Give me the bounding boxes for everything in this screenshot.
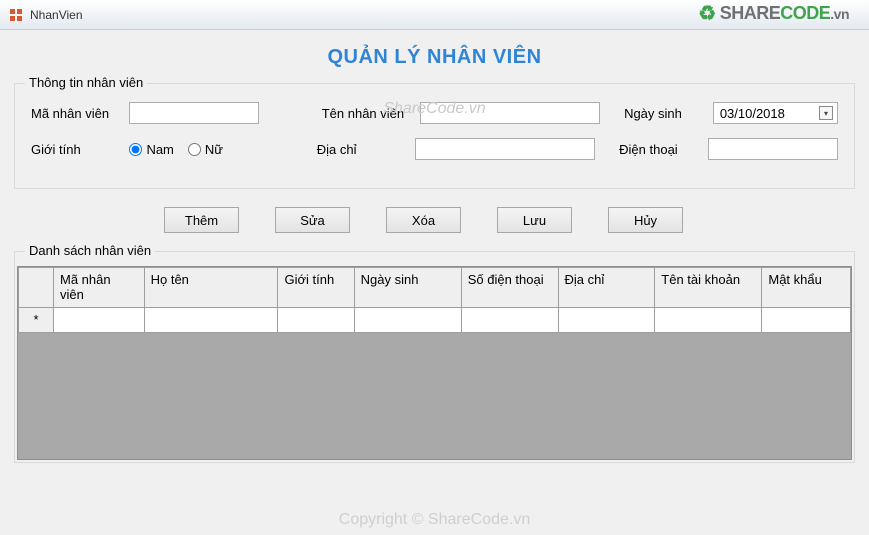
cell[interactable] [762, 308, 851, 333]
radio-nam[interactable]: Nam [129, 142, 173, 157]
list-legend: Danh sách nhân viên [25, 243, 155, 258]
new-row-marker: * [19, 308, 54, 333]
cell[interactable] [54, 308, 145, 333]
ngay-sinh-picker[interactable]: 03/10/2018 ▾ [713, 102, 838, 124]
cell[interactable] [144, 308, 278, 333]
ten-nv-input[interactable] [420, 102, 600, 124]
col-ho-ten[interactable]: Họ tên [144, 268, 278, 308]
them-button[interactable]: Thêm [164, 207, 239, 233]
button-row: Thêm Sửa Xóa Lưu Hủy [164, 207, 855, 233]
col-so-dt[interactable]: Số điện thoại [461, 268, 558, 308]
ten-nv-label: Tên nhân viên [322, 106, 408, 121]
ma-nv-input[interactable] [129, 102, 259, 124]
dia-chi-label: Địa chỉ [317, 142, 403, 157]
page-title: QUẢN LÝ NHÂN VIÊN [14, 46, 855, 69]
cell[interactable] [558, 308, 655, 333]
titlebar: NhanVien ♻ SHARECODE.vn [0, 0, 869, 30]
employee-info-group: Thông tin nhân viên Mã nhân viên Tên nhâ… [14, 83, 855, 189]
col-ngay-sinh[interactable]: Ngày sinh [354, 268, 461, 308]
ma-nv-label: Mã nhân viên [31, 106, 117, 121]
radio-nu-input[interactable] [188, 143, 201, 156]
row-header-corner [19, 268, 54, 308]
dien-thoai-input[interactable] [708, 138, 838, 160]
recycle-icon: ♻ [698, 4, 715, 24]
cell[interactable] [354, 308, 461, 333]
col-mat-khau[interactable]: Mật khẩu [762, 268, 851, 308]
ngay-sinh-label: Ngày sinh [624, 106, 701, 121]
dien-thoai-label: Điện thoại [619, 142, 696, 157]
sua-button[interactable]: Sửa [275, 207, 350, 233]
dia-chi-input[interactable] [415, 138, 595, 160]
watermark-footer: Copyright © ShareCode.vn [339, 511, 530, 529]
col-dia-chi[interactable]: Địa chỉ [558, 268, 655, 308]
header-row: Mã nhân viên Họ tên Giới tính Ngày sinh … [19, 268, 851, 308]
employee-list-group: Danh sách nhân viên Mã nhân viên Họ tên … [14, 251, 855, 463]
client-area: QUẢN LÝ NHÂN VIÊN ShareCode.vn Thông tin… [0, 30, 869, 535]
col-gioi-tinh[interactable]: Giới tính [278, 268, 354, 308]
luu-button[interactable]: Lưu [497, 207, 572, 233]
new-row[interactable]: * [19, 308, 851, 333]
gioi-tinh-label: Giới tính [31, 142, 117, 157]
cell[interactable] [461, 308, 558, 333]
ngay-sinh-value: 03/10/2018 [720, 106, 785, 121]
datagrid[interactable]: Mã nhân viên Họ tên Giới tính Ngày sinh … [17, 266, 852, 460]
col-ma-nv[interactable]: Mã nhân viên [54, 268, 145, 308]
calendar-dropdown-icon[interactable]: ▾ [819, 106, 833, 120]
radio-nu[interactable]: Nữ [188, 142, 223, 157]
xoa-button[interactable]: Xóa [386, 207, 461, 233]
huy-button[interactable]: Hủy [608, 207, 683, 233]
app-icon [8, 7, 24, 23]
cell[interactable] [655, 308, 762, 333]
window-title: NhanVien [30, 8, 83, 22]
watermark-logo: ♻ SHARECODE.vn [698, 3, 849, 24]
group-legend: Thông tin nhân viên [25, 75, 147, 90]
radio-nam-input[interactable] [129, 143, 142, 156]
cell[interactable] [278, 308, 354, 333]
col-tai-khoan[interactable]: Tên tài khoản [655, 268, 762, 308]
